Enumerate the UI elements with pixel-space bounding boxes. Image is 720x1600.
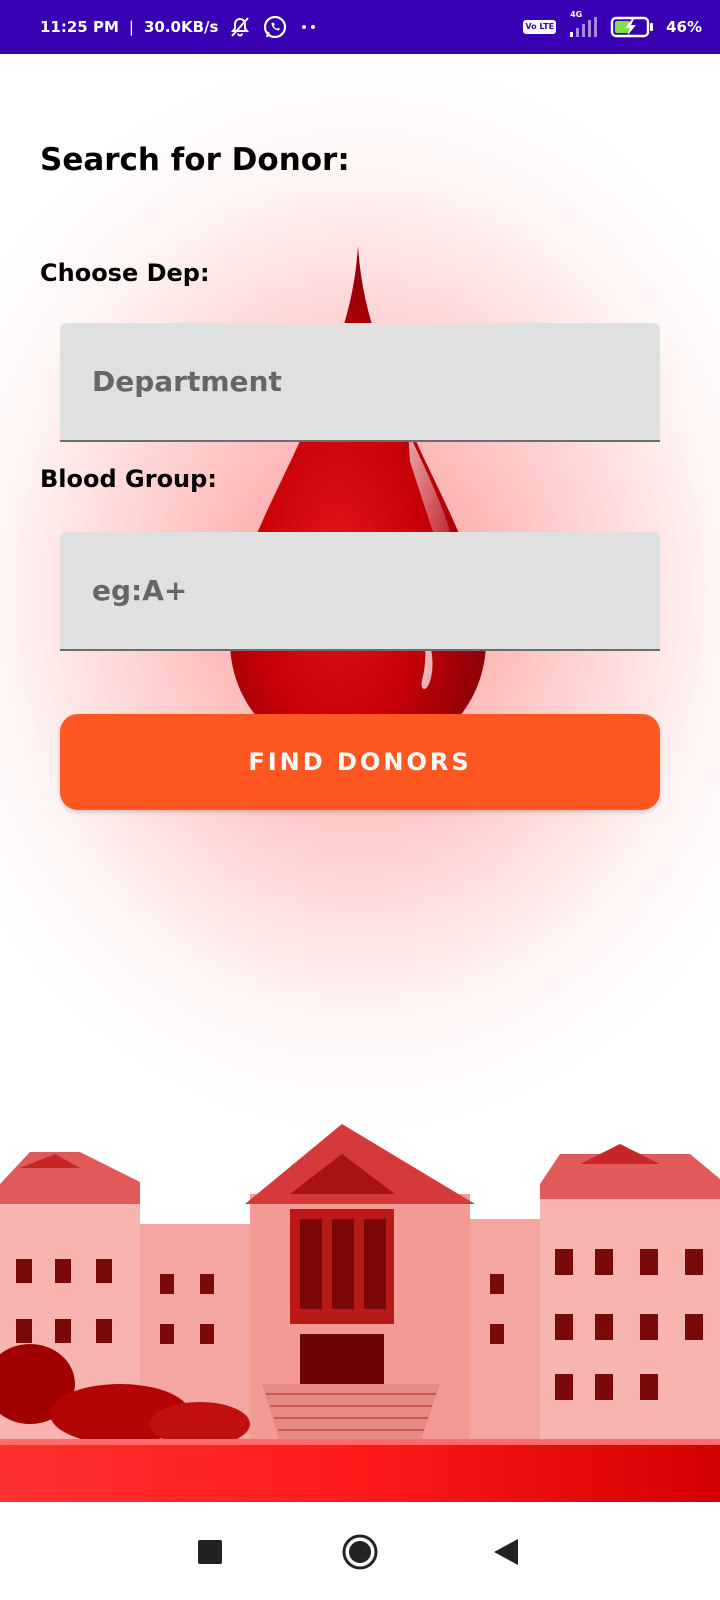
mute-icon — [228, 16, 252, 38]
blood-group-label: Blood Group: — [40, 465, 217, 493]
volte-badge: Vo LTE — [523, 20, 557, 34]
battery-charging-icon — [610, 15, 656, 39]
status-separator: | — [128, 18, 134, 36]
status-right: Vo LTE 4G 46% — [523, 10, 702, 39]
home-icon — [342, 1534, 378, 1570]
network-speed: 30.0KB/s — [143, 18, 219, 36]
status-left: 11:25 PM | 30.0KB/s — [40, 14, 320, 40]
network-type: 4G — [570, 10, 583, 19]
recent-apps-button[interactable] — [180, 1522, 240, 1582]
status-time: 11:25 PM — [40, 18, 119, 36]
more-notifications-icon — [298, 22, 320, 32]
status-bar: 11:25 PM | 30.0KB/s Vo LTE 4G 46% — [0, 0, 720, 54]
donor-search-screen: Search for Donor: Choose Dep: Blood Grou… — [0, 54, 720, 1502]
signal-icon: 4G — [566, 10, 600, 38]
hospital-campus-image — [0, 1124, 720, 1502]
recent-apps-icon — [198, 1540, 222, 1564]
blood-group-input[interactable] — [60, 532, 660, 651]
home-button[interactable] — [330, 1522, 390, 1582]
back-button[interactable] — [476, 1522, 536, 1582]
whatsapp-icon — [262, 14, 288, 40]
page-title: Search for Donor: — [40, 142, 350, 178]
back-icon — [494, 1539, 518, 1565]
navigation-bar — [0, 1502, 720, 1600]
department-input[interactable] — [60, 323, 660, 442]
department-label: Choose Dep: — [40, 259, 210, 287]
find-donors-button[interactable]: FIND DONORS — [60, 714, 660, 810]
battery-percent: 46% — [666, 18, 702, 36]
